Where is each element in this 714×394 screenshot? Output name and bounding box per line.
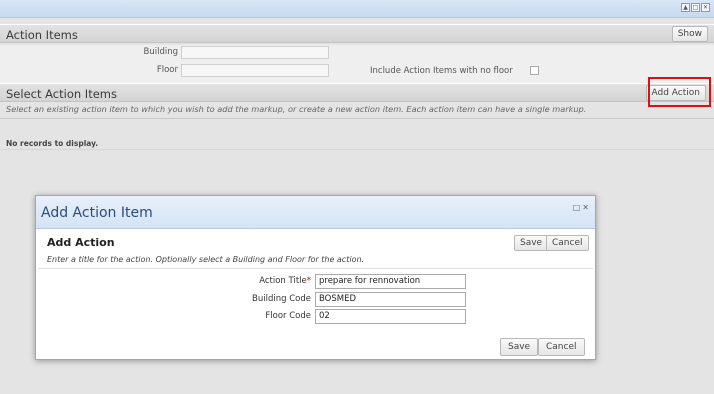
filter-panel: Building Floor Include Action Items with… — [0, 45, 714, 83]
select-action-items-header: Select Action Items Add Action — [0, 83, 714, 102]
no-records-message: No records to display. — [6, 139, 99, 148]
select-instructions: Select an existing action item to which … — [6, 104, 587, 114]
building-code-label: Building Code — [252, 294, 311, 304]
add-action-item-dialog: Add Action Item □ ✕ Add Action Save Canc… — [35, 195, 596, 360]
dialog-header: Add Action Item □ ✕ — [36, 196, 595, 229]
highlight-box — [648, 77, 711, 107]
window-controls: ▲ □ ✕ — [681, 3, 710, 12]
maximize-icon[interactable]: □ — [573, 203, 581, 212]
action-title-input[interactable]: prepare for rennovation — [315, 274, 466, 289]
floor-code-input[interactable]: 02 — [315, 309, 466, 324]
include-no-floor-checkbox[interactable] — [530, 66, 539, 75]
dialog-controls: □ ✕ — [573, 203, 589, 212]
action-items-title: Action Items — [6, 28, 78, 42]
floor-code-label: Floor Code — [265, 311, 311, 321]
close-icon[interactable]: ✕ — [582, 203, 589, 212]
dialog-instructions: Enter a title for the action. Optionally… — [47, 255, 365, 264]
dialog-title: Add Action Item — [41, 205, 153, 221]
show-button[interactable]: Show — [671, 26, 708, 42]
building-code-input[interactable]: BOSMED — [315, 292, 466, 307]
building-label: Building — [143, 47, 178, 57]
action-items-header: Action Items Show — [0, 24, 714, 43]
maximize-icon[interactable]: □ — [691, 3, 700, 12]
floor-input[interactable] — [181, 64, 329, 77]
add-action-heading: Add Action — [47, 236, 115, 249]
action-title-label: Action Title* — [259, 276, 311, 286]
cancel-button[interactable]: Cancel — [538, 338, 585, 356]
divider — [38, 268, 593, 269]
floor-label: Floor — [156, 65, 178, 75]
close-icon[interactable]: ✕ — [701, 3, 710, 12]
select-action-items-title: Select Action Items — [6, 87, 117, 101]
divider — [0, 118, 714, 119]
building-input[interactable] — [181, 46, 329, 59]
divider — [0, 149, 714, 150]
cancel-button[interactable]: Cancel — [546, 235, 589, 251]
save-button[interactable]: Save — [514, 235, 549, 251]
collapse-icon[interactable]: ▲ — [681, 3, 690, 12]
include-no-floor-label: Include Action Items with no floor — [370, 66, 513, 76]
save-button[interactable]: Save — [500, 338, 539, 356]
window-title-bar: ▲ □ ✕ — [0, 0, 714, 18]
